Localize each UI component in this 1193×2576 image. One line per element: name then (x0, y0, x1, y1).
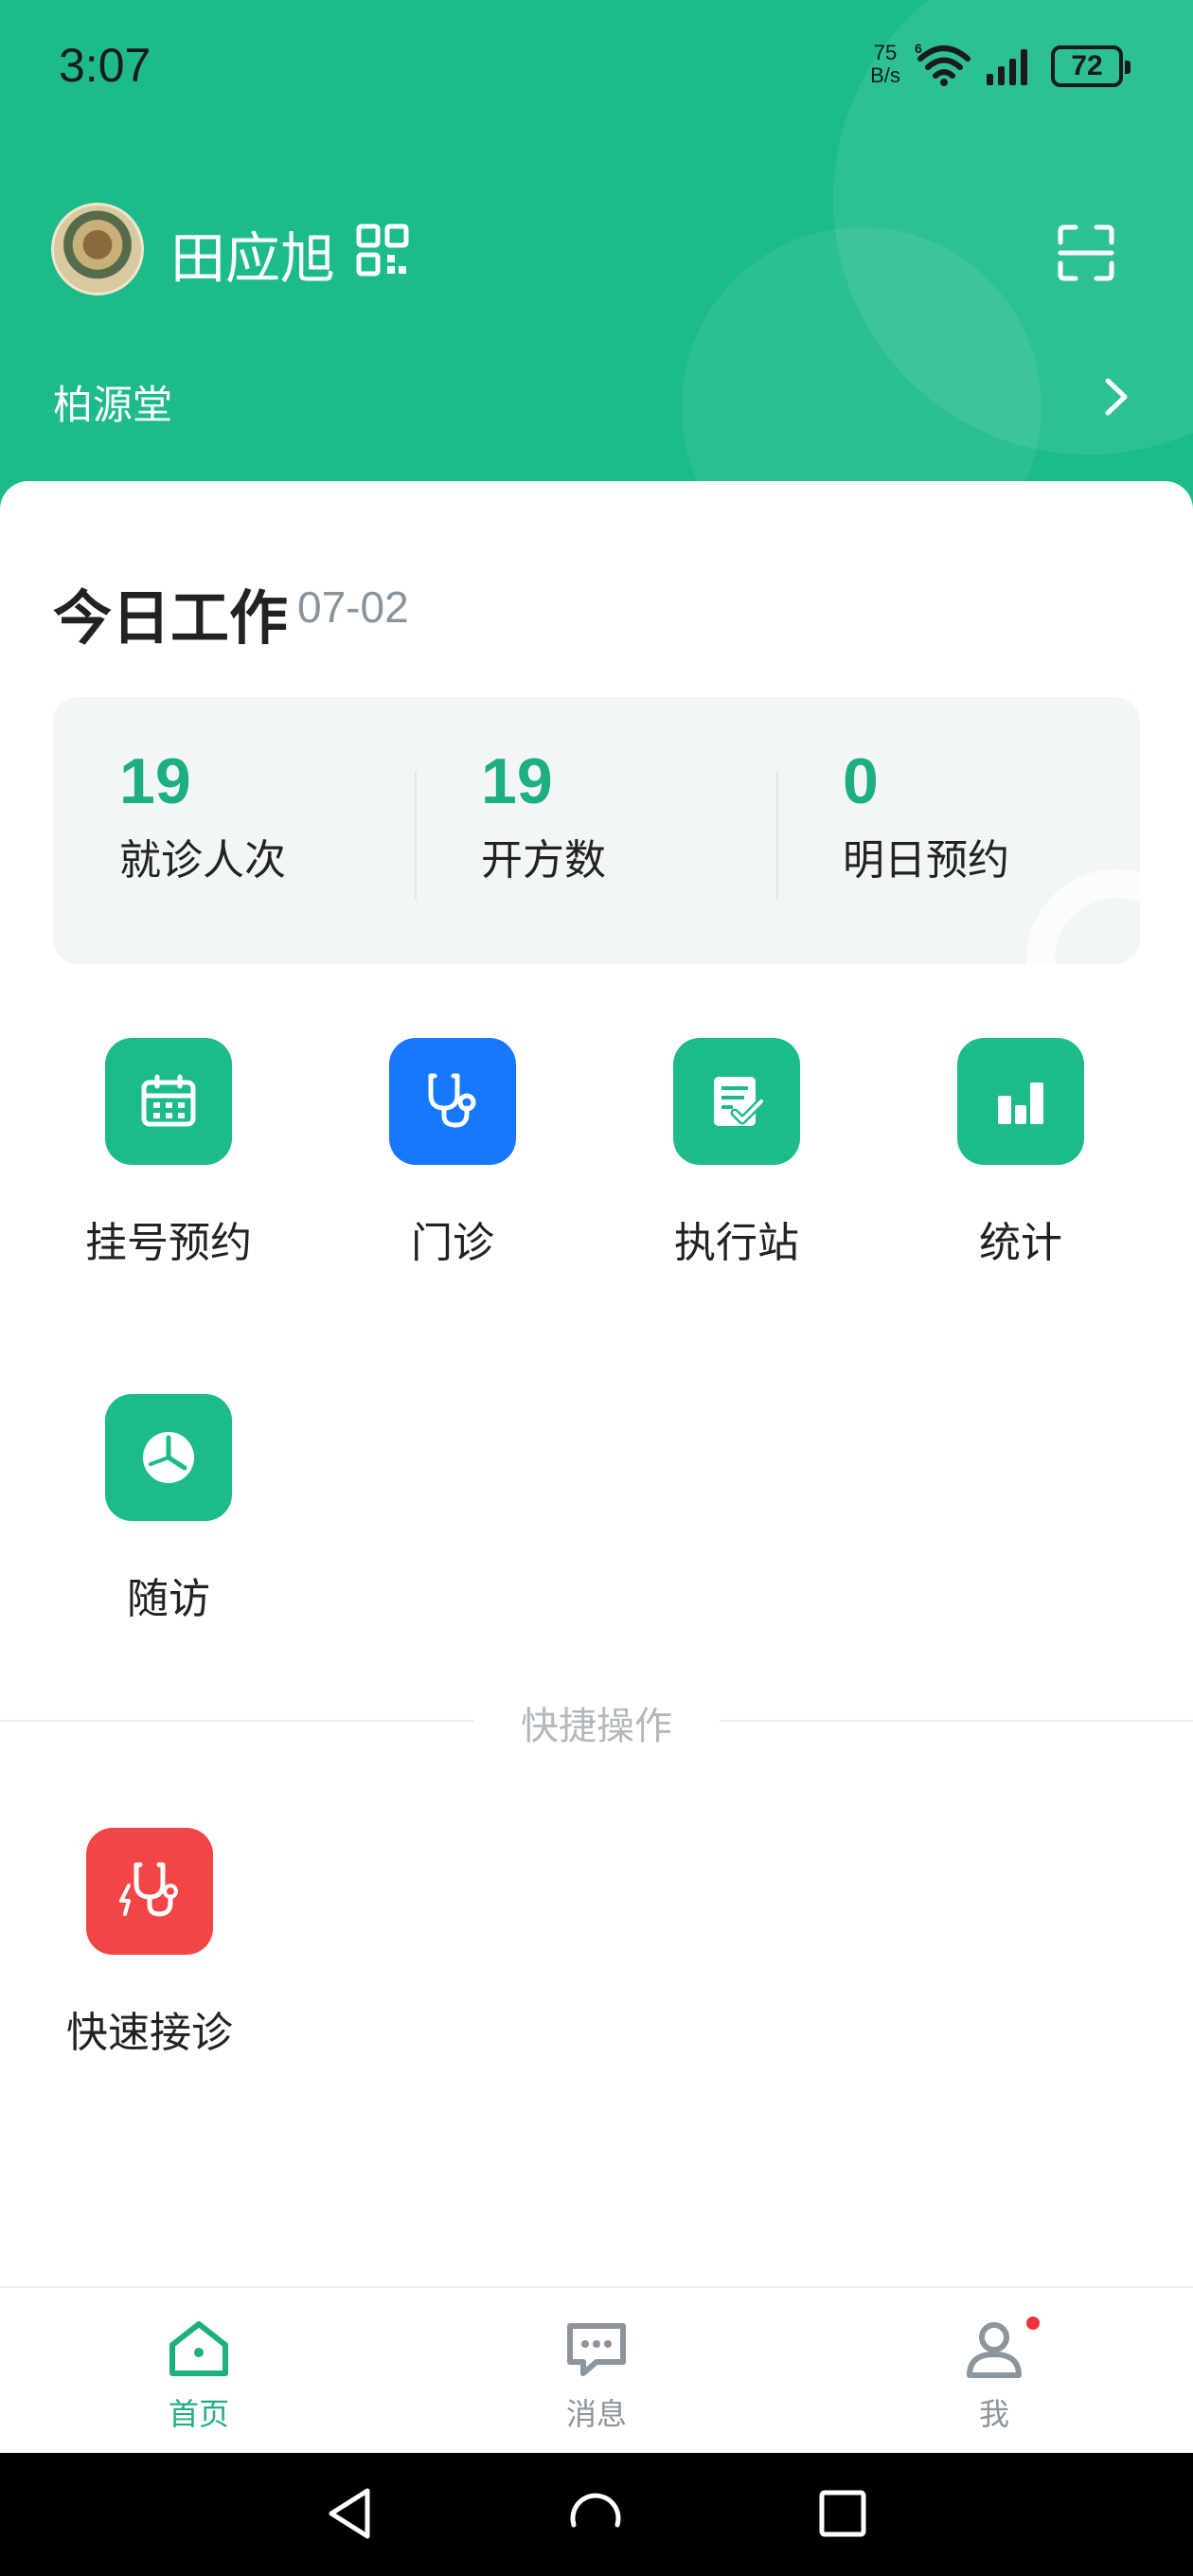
func-label: 快速接诊 (66, 2009, 233, 2057)
func-follow-up[interactable]: 随访 (27, 1394, 311, 1640)
func-label: 执行站 (674, 1219, 799, 1267)
avatar[interactable] (51, 203, 144, 295)
nav-label: 首页 (168, 2396, 229, 2432)
stat-value: 19 (119, 745, 191, 817)
stat-label: 就诊人次 (119, 836, 286, 885)
back-icon[interactable] (324, 2485, 375, 2542)
today-stats-card: 19 就诊人次 19 开方数 0 明日预约 (53, 697, 1140, 964)
stat-visits[interactable]: 19 就诊人次 (119, 744, 441, 896)
nav-me[interactable]: 我 (899, 2322, 1089, 2440)
quick-stethoscope-icon (86, 1828, 213, 1955)
bottom-nav: 首页 消息 我 (0, 2286, 1193, 2453)
clock-pie-icon (105, 1394, 232, 1521)
clinic-name: 柏源堂 (53, 382, 173, 428)
stat-divider (415, 771, 417, 900)
nav-label: 我 (978, 2396, 1009, 2432)
net-speed-unit: B/s (870, 63, 900, 87)
main-content: 今日工作 07-02 19 就诊人次 19 开方数 0 明日预约 挂号预约 门诊… (0, 481, 1193, 2286)
func-label: 挂号预约 (85, 1219, 252, 1267)
status-bar: 3:07 75 B/s 6 72 (0, 0, 1193, 133)
bar-chart-icon (957, 1038, 1084, 1165)
nav-label: 消息 (565, 2396, 627, 2432)
stat-prescriptions[interactable]: 19 开方数 (481, 744, 803, 896)
net-speed: 75 B/s (864, 42, 907, 87)
signal-icon (987, 49, 1027, 85)
clinic-selector[interactable]: 柏源堂 (0, 360, 1193, 436)
func-statistics[interactable]: 统计 (879, 1038, 1163, 1284)
func-execution-station[interactable]: 执行站 (595, 1038, 879, 1284)
nav-messages[interactable]: 消息 (502, 2323, 691, 2440)
recents-icon[interactable] (816, 2485, 869, 2542)
system-nav-bar (0, 2453, 1193, 2576)
home-circle-icon[interactable] (566, 2485, 625, 2542)
calendar-icon (105, 1038, 232, 1165)
func-label: 门诊 (411, 1219, 494, 1267)
battery-indicator: 72 (1051, 45, 1131, 87)
wifi-icon: 6 (915, 44, 970, 86)
stat-tomorrow-appointments[interactable]: 0 明日预约 (843, 744, 1140, 896)
user-icon (967, 2322, 1022, 2378)
today-date: 07-02 (297, 582, 409, 632)
qr-code-icon[interactable] (356, 224, 409, 277)
net-speed-value: 75 (873, 41, 898, 64)
func-label: 随访 (127, 1575, 210, 1623)
quick-actions-title: 快捷操作 (473, 1695, 720, 1748)
today-work-title: 今日工作 (53, 583, 289, 653)
svg-text:6: 6 (915, 44, 922, 56)
func-registration[interactable]: 挂号预约 (27, 1038, 311, 1284)
stat-label: 明日预约 (843, 836, 1009, 885)
message-icon (567, 2323, 626, 2376)
user-name: 田应旭 (170, 226, 336, 291)
stethoscope-icon (389, 1038, 516, 1165)
home-icon (169, 2321, 228, 2376)
stat-value: 0 (843, 745, 879, 817)
func-label: 统计 (979, 1219, 1062, 1267)
stat-divider (776, 771, 778, 900)
header: 3:07 75 B/s 6 72 田应旭 柏源堂 (0, 0, 1193, 530)
chevron-right-icon (1105, 378, 1128, 416)
stat-value: 19 (481, 745, 553, 817)
func-outpatient[interactable]: 门诊 (311, 1038, 595, 1284)
stat-label: 开方数 (481, 836, 606, 885)
quick-reception[interactable]: 快速接诊 (8, 1828, 292, 2074)
task-check-icon (673, 1038, 800, 1165)
nav-home[interactable]: 首页 (104, 2321, 294, 2440)
status-time: 3:07 (59, 39, 151, 92)
scan-icon[interactable] (1057, 224, 1115, 282)
notification-badge (1026, 2317, 1040, 2330)
